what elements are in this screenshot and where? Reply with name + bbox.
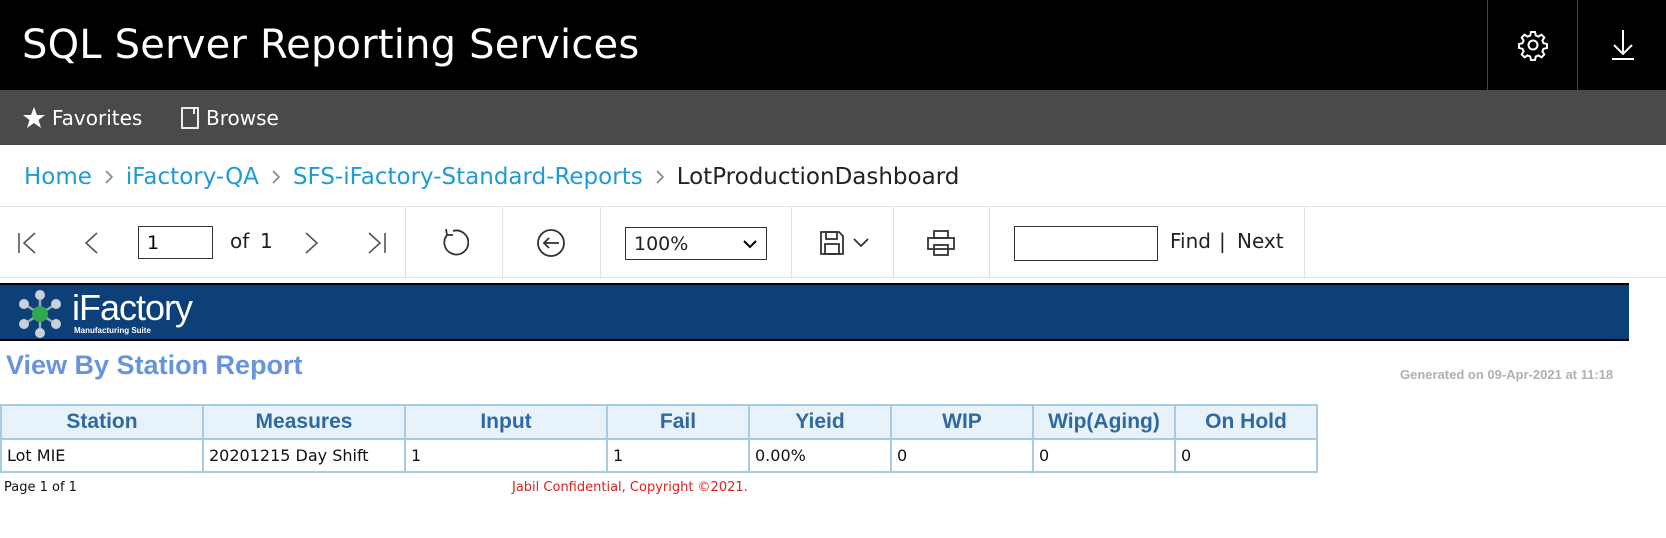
column-header: Measures <box>202 404 406 440</box>
refresh-icon <box>443 228 469 256</box>
report-title: View By Station Report <box>6 350 303 380</box>
column-header: On Hold <box>1174 404 1318 440</box>
toolbar-divider <box>989 207 990 279</box>
column-header: Yieid <box>748 404 892 440</box>
top-header: SQL Server Reporting Services <box>0 0 1666 90</box>
station-report-table: Station Measures Input Fail Yieid WIP Wi… <box>0 404 1318 473</box>
document-icon <box>180 106 200 130</box>
gear-icon <box>1517 31 1548 61</box>
back-to-parent-button[interactable] <box>531 223 571 263</box>
table-cell: 0 <box>890 438 1034 473</box>
chevron-right-icon <box>305 232 319 254</box>
toolbar-divider <box>791 207 792 279</box>
chevron-down-icon <box>743 239 757 248</box>
nav-browse[interactable]: Browse <box>180 90 279 145</box>
find-button[interactable]: Find <box>1170 229 1211 253</box>
chevron-right-icon <box>104 169 114 185</box>
breadcrumb-home[interactable]: Home <box>24 164 92 190</box>
breadcrumb-ifactory-qa[interactable]: iFactory-QA <box>126 164 259 190</box>
first-page-button[interactable] <box>8 223 48 263</box>
report-page-footer: Page 1 of 1 <box>4 480 77 495</box>
column-header: Input <box>404 404 608 440</box>
copyright-notice: Jabil Confidential, Copyright ©2021. <box>512 480 748 495</box>
nav-bar: Favorites Browse <box>0 90 1666 145</box>
column-header: Wip(Aging) <box>1032 404 1176 440</box>
print-button[interactable] <box>921 223 961 263</box>
table-cell: 0 <box>1032 438 1176 473</box>
column-header: Station <box>0 404 204 440</box>
nav-browse-label: Browse <box>206 105 279 130</box>
chevron-right-icon <box>655 169 665 185</box>
download-icon <box>1611 30 1634 60</box>
breadcrumb-standard-reports[interactable]: SFS-iFactory-Standard-Reports <box>293 164 643 190</box>
chevron-right-icon <box>271 169 281 185</box>
previous-page-button[interactable] <box>72 223 112 263</box>
toolbar-divider <box>502 207 503 279</box>
nav-favorites[interactable]: Favorites <box>22 90 142 145</box>
download-button[interactable] <box>1577 0 1666 90</box>
zoom-value: 100% <box>634 232 689 255</box>
find-next-button[interactable]: Next <box>1237 229 1284 253</box>
last-page-icon <box>368 232 386 254</box>
breadcrumb: Home iFactory-QA SFS-iFactory-Standard-R… <box>24 160 959 194</box>
print-icon <box>927 230 955 256</box>
table-cell: 1 <box>606 438 750 473</box>
last-page-button[interactable] <box>356 223 396 263</box>
logo-tagline: Manufacturing Suite <box>74 326 151 335</box>
find-input[interactable] <box>1014 226 1158 261</box>
table-row: Lot MIE 20201215 Day Shift 1 1 0.00% 0 0… <box>0 438 1318 473</box>
find-separator: | <box>1219 229 1226 253</box>
app-title: SQL Server Reporting Services <box>22 22 640 68</box>
zoom-select[interactable]: 100% <box>625 227 767 260</box>
settings-button[interactable] <box>1487 0 1577 90</box>
toolbar-divider <box>893 207 894 279</box>
logo-name: iFactory <box>72 287 193 328</box>
toolbar-divider <box>600 207 601 279</box>
nav-favorites-label: Favorites <box>52 105 143 130</box>
report-toolbar: of 1 100% Find | Next <box>0 206 1666 279</box>
star-icon <box>22 106 46 130</box>
toolbar-divider <box>1304 207 1305 279</box>
total-pages: 1 <box>260 229 273 253</box>
table-header-row: Station Measures Input Fail Yieid WIP Wi… <box>0 404 1318 440</box>
table-cell: 1 <box>404 438 608 473</box>
of-label: of <box>230 229 250 253</box>
chevron-left-icon <box>84 232 98 254</box>
report-banner: iFactory Manufacturing Suite <box>0 283 1629 341</box>
column-header: WIP <box>890 404 1034 440</box>
back-arrow-circle-icon <box>537 229 565 257</box>
refresh-button[interactable] <box>433 223 473 263</box>
breadcrumb-current: LotProductionDashboard <box>676 164 960 190</box>
page-number-input[interactable] <box>138 226 213 259</box>
column-header: Fail <box>606 404 750 440</box>
ifactory-logo: iFactory Manufacturing Suite <box>16 289 193 339</box>
chevron-down-icon <box>853 238 869 248</box>
generated-timestamp: Generated on 09-Apr-2021 at 11:18 <box>1400 367 1614 382</box>
table-cell: 20201215 Day Shift <box>202 438 406 473</box>
table-cell: 0.00% <box>748 438 892 473</box>
next-page-button[interactable] <box>291 223 331 263</box>
export-dropdown-button[interactable] <box>846 223 876 263</box>
table-cell: 0 <box>1174 438 1318 473</box>
molecule-logo-icon <box>19 290 61 338</box>
first-page-icon <box>18 232 36 254</box>
save-icon <box>820 231 844 255</box>
toolbar-divider <box>405 207 406 279</box>
table-cell: Lot MIE <box>0 438 204 473</box>
